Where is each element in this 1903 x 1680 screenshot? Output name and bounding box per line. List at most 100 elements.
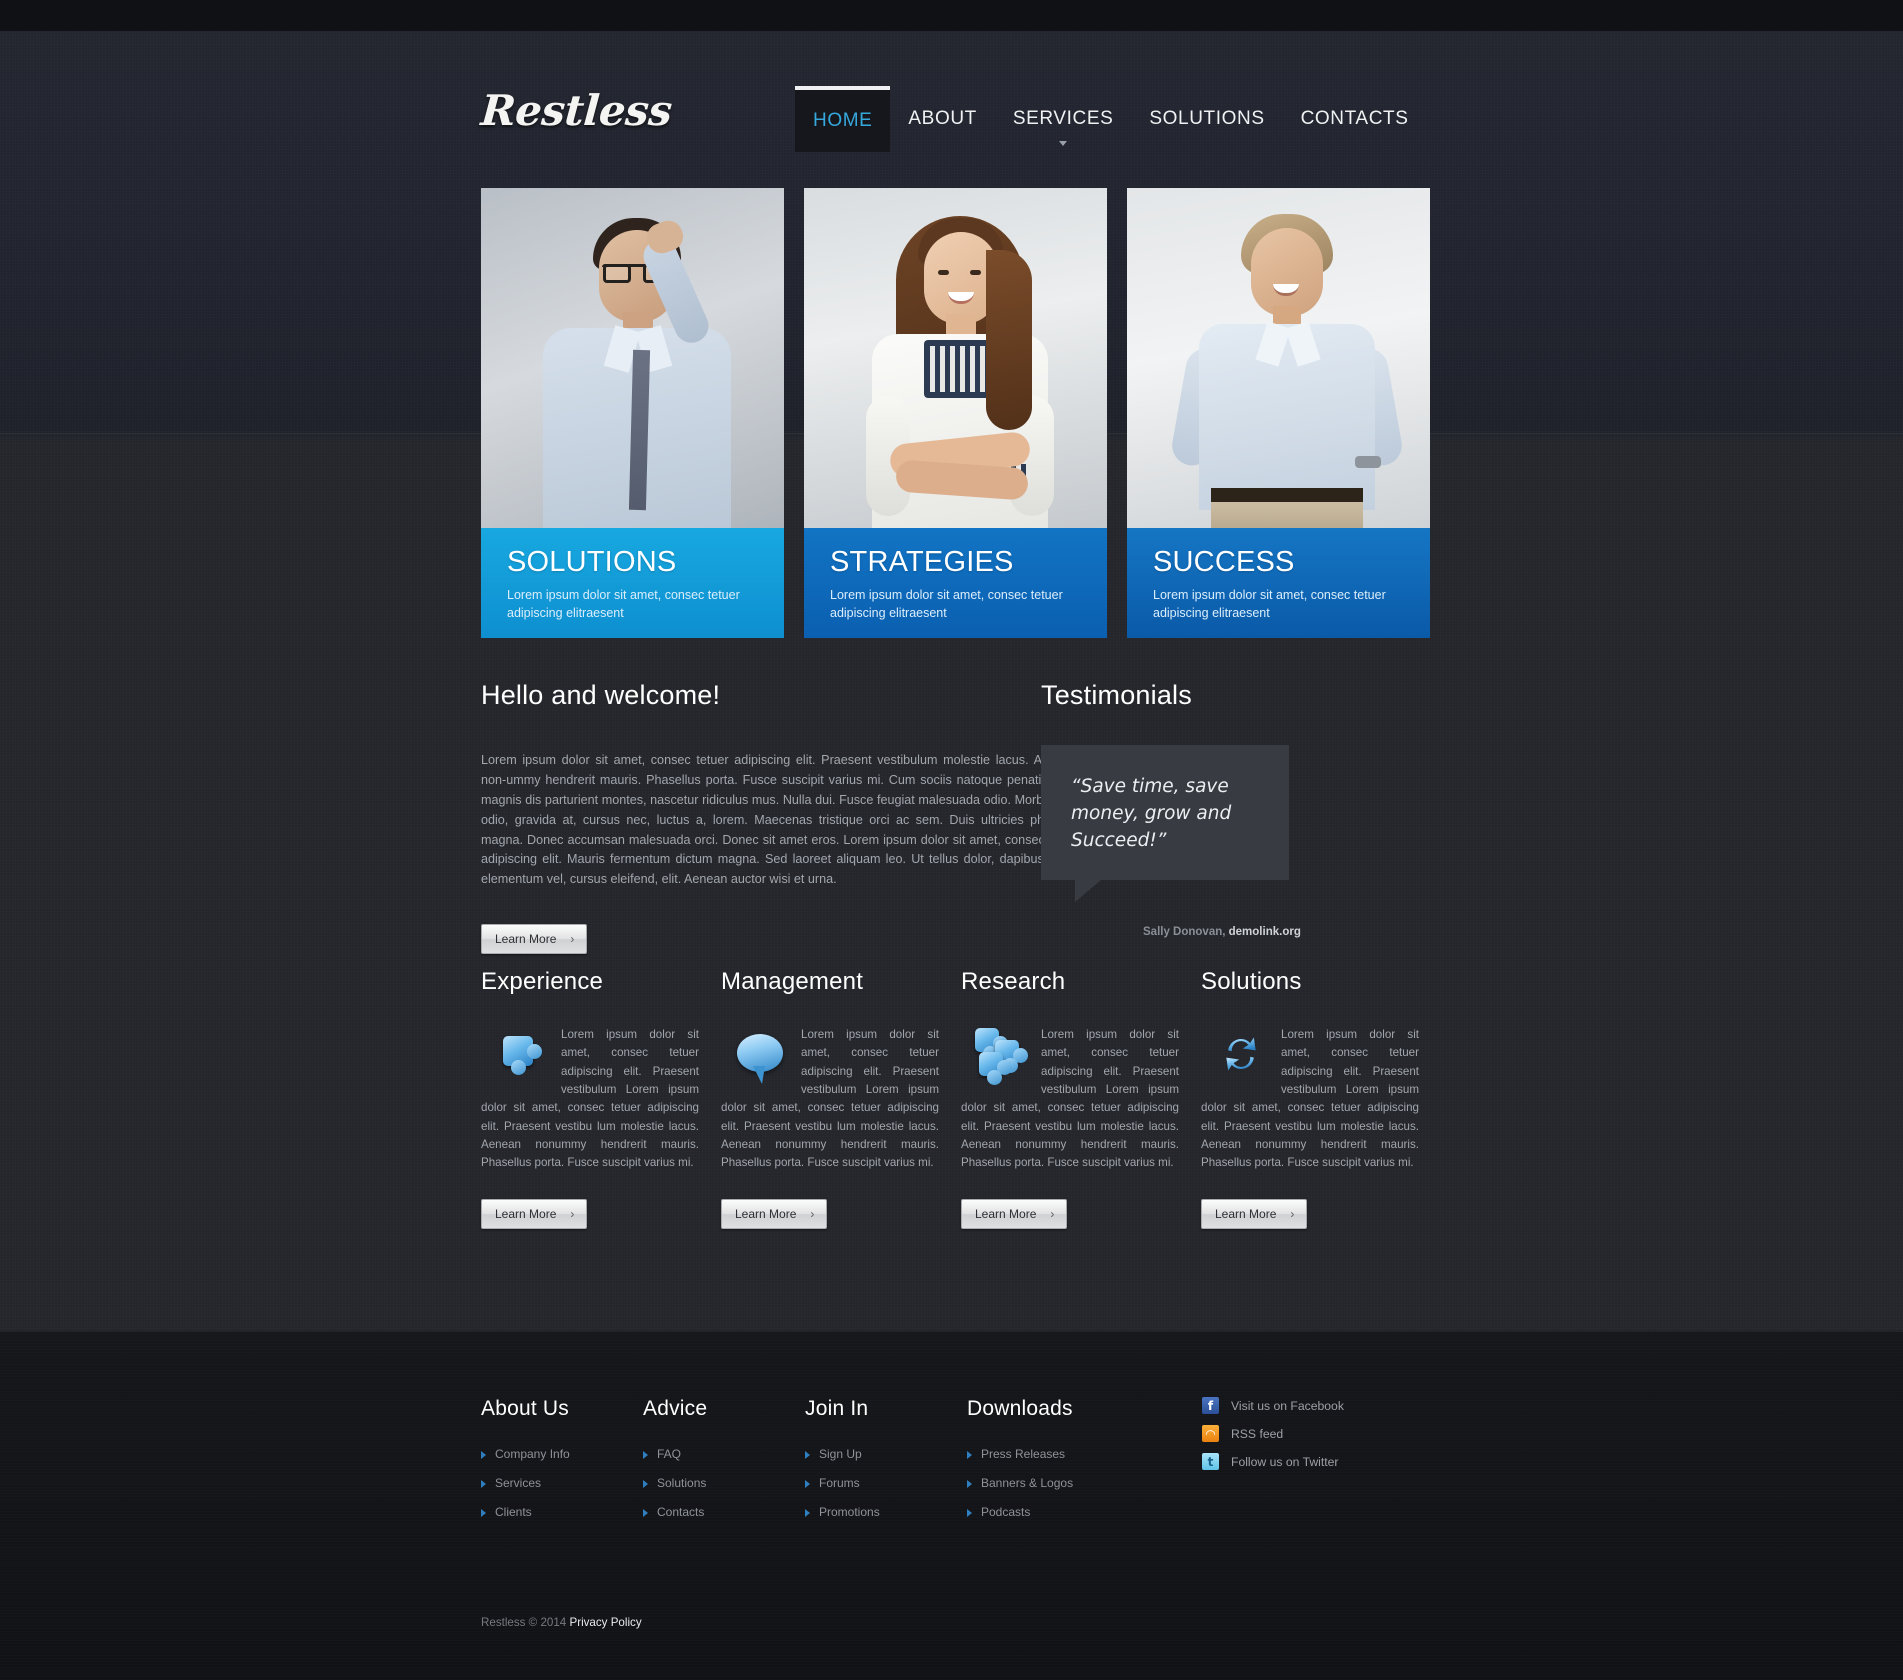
testimonial-author-name: Sally Donovan, bbox=[1143, 926, 1226, 938]
copyright-text: Restless © 2014 bbox=[481, 1616, 570, 1629]
feature-research: Research Lorem ipsum dolor sit amet, con… bbox=[961, 968, 1201, 1229]
site-logo[interactable]: Restless bbox=[479, 86, 673, 135]
puzzle-piece-icon bbox=[493, 1026, 549, 1082]
privacy-policy-link[interactable]: Privacy Policy bbox=[569, 1616, 641, 1629]
hero-card-title: SOLUTIONS bbox=[507, 546, 677, 578]
hero-photo-man-with-glasses bbox=[481, 188, 784, 530]
hero-photo-smiling-man bbox=[1127, 188, 1430, 530]
footer-link-podcasts[interactable]: Podcasts bbox=[967, 1505, 1030, 1519]
list-item: Banners & Logos bbox=[967, 1474, 1207, 1492]
site-header: Restless HOME ABOUT SERVICES SOLUTIONS C… bbox=[0, 31, 1903, 152]
twitter-icon: t bbox=[1202, 1453, 1219, 1470]
chevron-right-icon: › bbox=[1290, 1206, 1295, 1221]
welcome-body: Lorem ipsum dolor sit amet, consec tetue… bbox=[481, 753, 1077, 887]
list-item: Podcasts bbox=[967, 1503, 1207, 1521]
footer-column-title: Join In bbox=[805, 1397, 869, 1420]
footer-column-downloads: Downloads Press Releases Banners & Logos… bbox=[967, 1397, 1207, 1532]
footer-link-press-releases[interactable]: Press Releases bbox=[967, 1447, 1065, 1461]
footer-link-list: Press Releases Banners & Logos Podcasts bbox=[967, 1445, 1207, 1521]
nav-item-services[interactable]: SERVICES bbox=[995, 86, 1132, 150]
feature-learn-more-button[interactable]: Learn More › bbox=[961, 1198, 1068, 1229]
welcome-learn-more-button[interactable]: Learn More › bbox=[481, 924, 588, 955]
testimonial-bubble: “Save time, save money, grow and Succeed… bbox=[1041, 745, 1289, 902]
feature-experience: Experience Lorem ipsum dolor sit amet, c… bbox=[481, 968, 721, 1229]
footer-link-promotions[interactable]: Promotions bbox=[805, 1505, 880, 1519]
testimonial-attribution: Sally Donovan, demolink.org bbox=[1143, 926, 1341, 938]
chevron-right-icon: › bbox=[570, 932, 575, 947]
social-link-label: RSS feed bbox=[1231, 1426, 1284, 1441]
list-item: Services bbox=[481, 1474, 643, 1492]
testimonial-quote: “Save time, save money, grow and Succeed… bbox=[1071, 776, 1232, 851]
social-link-twitter[interactable]: t Follow us on Twitter bbox=[1202, 1453, 1442, 1470]
list-item: Solutions bbox=[643, 1474, 805, 1492]
chevron-right-icon: › bbox=[570, 1206, 575, 1221]
button-label: Learn More bbox=[735, 1206, 797, 1221]
copyright-line: Restless © 2014 Privacy Policy bbox=[481, 1616, 642, 1629]
feature-title: Solutions bbox=[1201, 968, 1302, 995]
feature-learn-more-button[interactable]: Learn More › bbox=[1201, 1198, 1308, 1229]
footer-link-faq[interactable]: FAQ bbox=[643, 1447, 681, 1461]
nav-item-contacts[interactable]: CONTACTS bbox=[1283, 86, 1427, 150]
testimonial-author-site[interactable]: demolink.org bbox=[1229, 926, 1301, 938]
feature-learn-more-button[interactable]: Learn More › bbox=[721, 1198, 828, 1229]
welcome-block: Hello and welcome! Lorem ipsum dolor sit… bbox=[481, 680, 1081, 955]
footer-link-solutions[interactable]: Solutions bbox=[643, 1476, 706, 1490]
footer-link-sign-up[interactable]: Sign Up bbox=[805, 1447, 862, 1461]
hero-card-text: Lorem ipsum dolor sit amet, consec tetue… bbox=[1153, 588, 1386, 621]
facebook-icon: f bbox=[1202, 1397, 1219, 1414]
refresh-arrows-icon bbox=[1213, 1026, 1269, 1082]
footer-link-services[interactable]: Services bbox=[481, 1476, 541, 1490]
list-item: Sign Up bbox=[805, 1445, 967, 1463]
hero-card-solutions[interactable]: SOLUTIONS Lorem ipsum dolor sit amet, co… bbox=[481, 188, 784, 638]
feature-learn-more-button[interactable]: Learn More › bbox=[481, 1198, 588, 1229]
testimonials-heading: Testimonials bbox=[1041, 680, 1192, 710]
social-link-rss[interactable]: ◠ RSS feed bbox=[1202, 1425, 1442, 1442]
list-item: Company Info bbox=[481, 1445, 643, 1463]
feature-title: Management bbox=[721, 968, 864, 995]
button-label: Learn More bbox=[495, 932, 557, 947]
puzzle-pieces-icon bbox=[973, 1026, 1029, 1085]
social-link-facebook[interactable]: f Visit us on Facebook bbox=[1202, 1397, 1442, 1414]
page-root: Restless HOME ABOUT SERVICES SOLUTIONS C… bbox=[0, 0, 1903, 1680]
hero-card-title: STRATEGIES bbox=[830, 546, 1014, 578]
feature-solutions: Solutions Lorem ipsum dolor sit amet, co… bbox=[1201, 968, 1441, 1229]
footer-column-title: Downloads bbox=[967, 1397, 1073, 1420]
hero-card-strategies[interactable]: STRATEGIES Lorem ipsum dolor sit amet, c… bbox=[804, 188, 1107, 638]
top-black-bar bbox=[0, 0, 1903, 31]
hero-card-success[interactable]: SUCCESS Lorem ipsum dolor sit amet, cons… bbox=[1127, 188, 1430, 638]
button-label: Learn More bbox=[495, 1206, 557, 1221]
hero-card-title: SUCCESS bbox=[1153, 546, 1295, 578]
chevron-right-icon: › bbox=[810, 1206, 815, 1221]
footer-link-list: Company Info Services Clients bbox=[481, 1445, 643, 1521]
feature-columns: Experience Lorem ipsum dolor sit amet, c… bbox=[481, 968, 1441, 1229]
hero-card-text: Lorem ipsum dolor sit amet, consec tetue… bbox=[830, 588, 1063, 621]
feature-management: Management Lorem ipsum dolor sit amet, c… bbox=[721, 968, 961, 1229]
footer-column-advice: Advice FAQ Solutions Contacts bbox=[643, 1397, 805, 1532]
feature-title: Research bbox=[961, 968, 1066, 995]
hero-cards: SOLUTIONS Lorem ipsum dolor sit amet, co… bbox=[481, 188, 1430, 638]
nav-item-home[interactable]: HOME bbox=[795, 86, 891, 152]
footer-column-title: Advice bbox=[643, 1397, 708, 1420]
nav-item-solutions[interactable]: SOLUTIONS bbox=[1131, 86, 1282, 150]
hero-caption-success: SUCCESS Lorem ipsum dolor sit amet, cons… bbox=[1127, 528, 1430, 638]
footer-link-company-info[interactable]: Company Info bbox=[481, 1447, 570, 1461]
hero-card-text: Lorem ipsum dolor sit amet, consec tetue… bbox=[507, 588, 740, 621]
main-navigation: HOME ABOUT SERVICES SOLUTIONS CONTACTS bbox=[795, 86, 1427, 152]
hero-caption-strategies: STRATEGIES Lorem ipsum dolor sit amet, c… bbox=[804, 528, 1107, 638]
footer-link-forums[interactable]: Forums bbox=[805, 1476, 860, 1490]
hero-caption-solutions: SOLUTIONS Lorem ipsum dolor sit amet, co… bbox=[481, 528, 784, 638]
speech-bubble-icon bbox=[733, 1026, 789, 1084]
footer-link-list: Sign Up Forums Promotions bbox=[805, 1445, 967, 1521]
testimonials-block: Testimonials “Save time, save money, gro… bbox=[1041, 680, 1341, 938]
footer-link-contacts[interactable]: Contacts bbox=[643, 1505, 704, 1519]
footer-column-title: About Us bbox=[481, 1397, 569, 1420]
chevron-right-icon: › bbox=[1050, 1206, 1055, 1221]
footer-link-clients[interactable]: Clients bbox=[481, 1505, 532, 1519]
footer-social-links: f Visit us on Facebook ◠ RSS feed t Foll… bbox=[1202, 1397, 1442, 1481]
nav-item-about[interactable]: ABOUT bbox=[890, 86, 994, 150]
list-item: Promotions bbox=[805, 1503, 967, 1521]
footer-column-join-in: Join In Sign Up Forums Promotions bbox=[805, 1397, 967, 1532]
footer-link-banners-logos[interactable]: Banners & Logos bbox=[967, 1476, 1073, 1490]
footer-link-list: FAQ Solutions Contacts bbox=[643, 1445, 805, 1521]
list-item: Press Releases bbox=[967, 1445, 1207, 1463]
